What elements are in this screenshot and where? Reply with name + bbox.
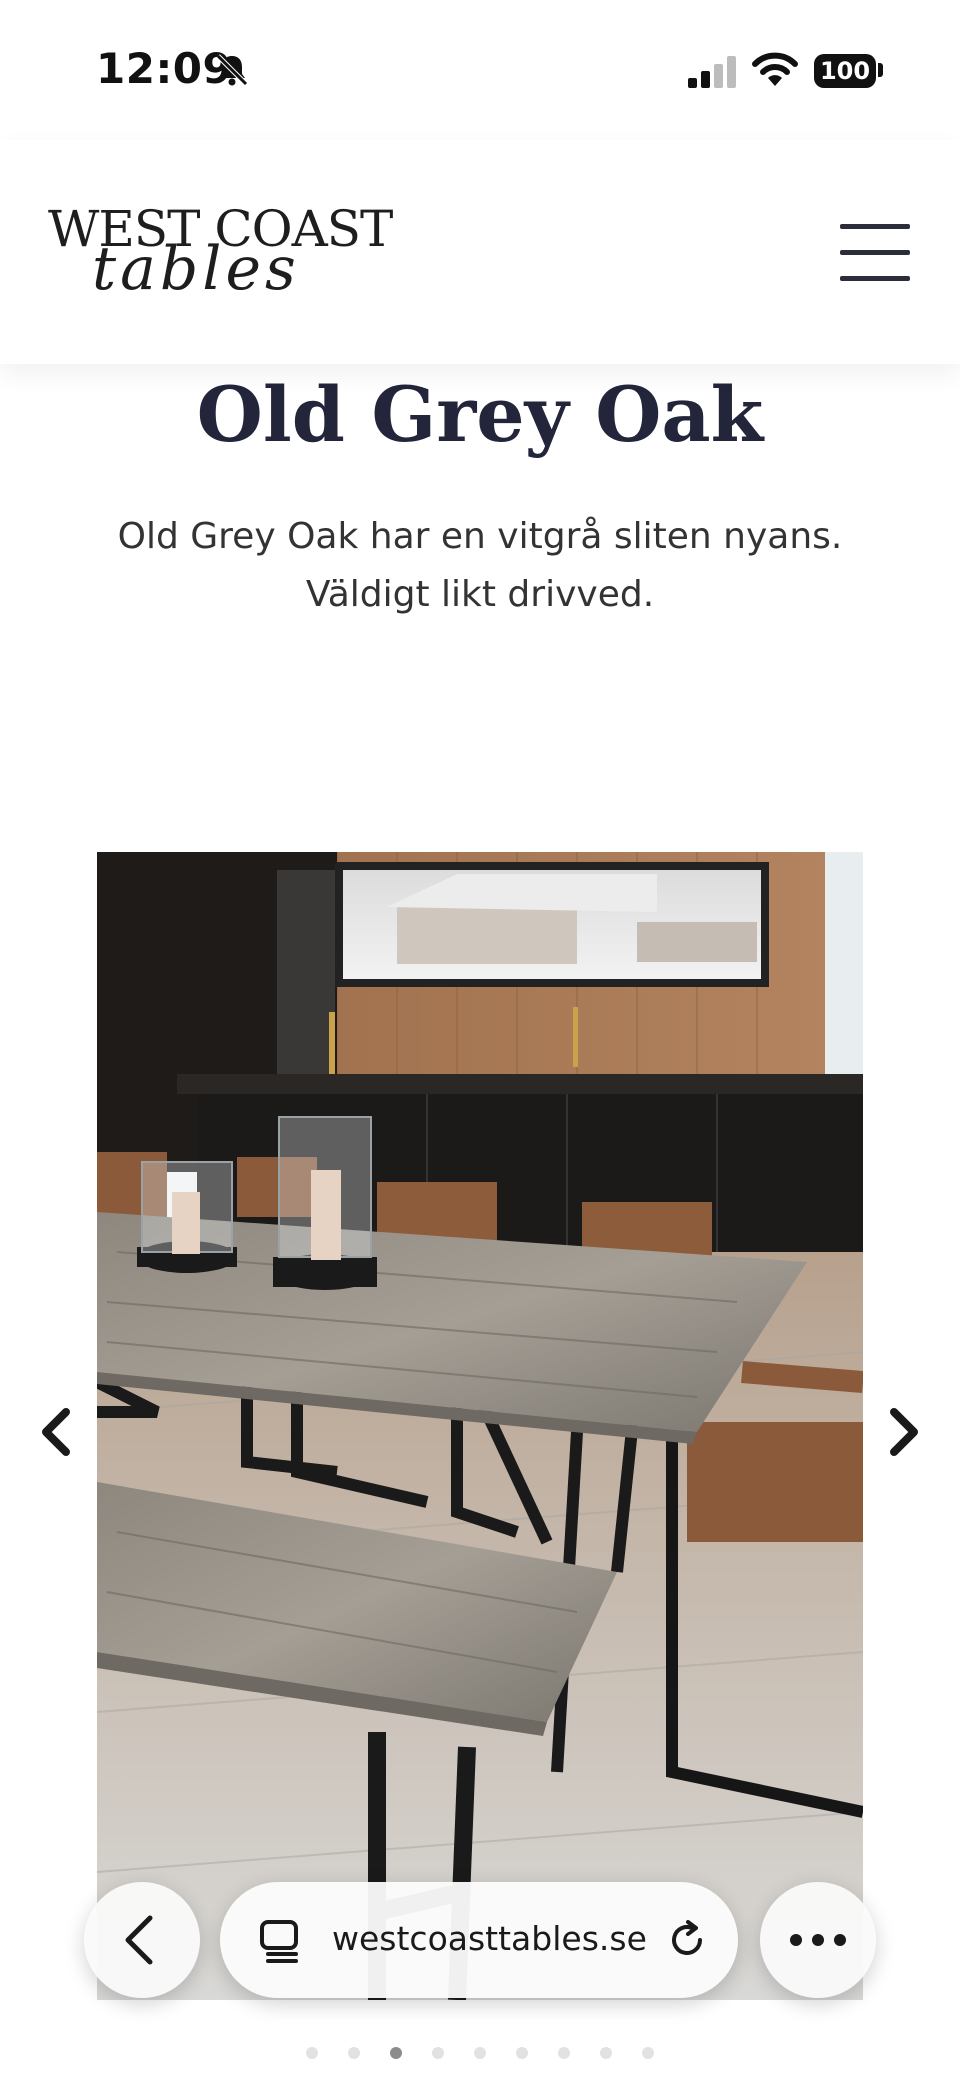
status-bar: 12:09 100 — [0, 0, 960, 140]
carousel-dots — [0, 2044, 960, 2064]
tabs-icon[interactable] — [258, 1918, 302, 1964]
carousel-dot[interactable] — [390, 2047, 402, 2059]
carousel-dot[interactable] — [474, 2047, 486, 2059]
reload-icon[interactable] — [666, 1918, 710, 1962]
carousel-next-button[interactable] — [886, 1404, 924, 1460]
carousel-dot[interactable] — [306, 2047, 318, 2059]
more-icon — [790, 1934, 846, 1946]
carousel-dot[interactable] — [642, 2047, 654, 2059]
carousel-image[interactable] — [97, 852, 863, 2000]
hamburger-menu-icon[interactable] — [840, 224, 910, 282]
battery-icon: 100 — [814, 54, 876, 88]
product-photo — [97, 852, 863, 2000]
status-time: 12:09 — [96, 44, 233, 93]
site-header: WEST COAST tables — [0, 140, 960, 364]
carousel-dot[interactable] — [558, 2047, 570, 2059]
carousel-dot[interactable] — [516, 2047, 528, 2059]
carousel-dot[interactable] — [600, 2047, 612, 2059]
description-line: Old Grey Oak har en vitgrå sliten nyans. — [117, 516, 843, 557]
page-description: Old Grey Oak har en vitgrå sliten nyans.… — [100, 508, 860, 624]
chevron-left-icon — [125, 1915, 153, 1965]
carousel-dot[interactable] — [432, 2047, 444, 2059]
more-options-button[interactable] — [760, 1882, 876, 1998]
description-line: Väldigt likt drivved. — [305, 574, 655, 615]
url-text: westcoasttables.se — [332, 1919, 647, 1958]
battery-tip — [878, 63, 883, 77]
carousel-prev-button[interactable] — [36, 1404, 74, 1460]
image-carousel — [0, 852, 960, 2002]
wifi-icon — [752, 52, 798, 86]
address-bar[interactable]: westcoasttables.se — [220, 1882, 738, 1998]
bell-slash-icon — [216, 54, 248, 86]
browser-back-button[interactable] — [84, 1882, 200, 1998]
logo[interactable]: WEST COAST tables — [48, 200, 393, 310]
carousel-dot[interactable] — [348, 2047, 360, 2059]
page-title: Old Grey Oak — [196, 370, 764, 459]
logo-line2: tables — [92, 234, 300, 304]
cellular-signal-icon — [688, 56, 736, 88]
